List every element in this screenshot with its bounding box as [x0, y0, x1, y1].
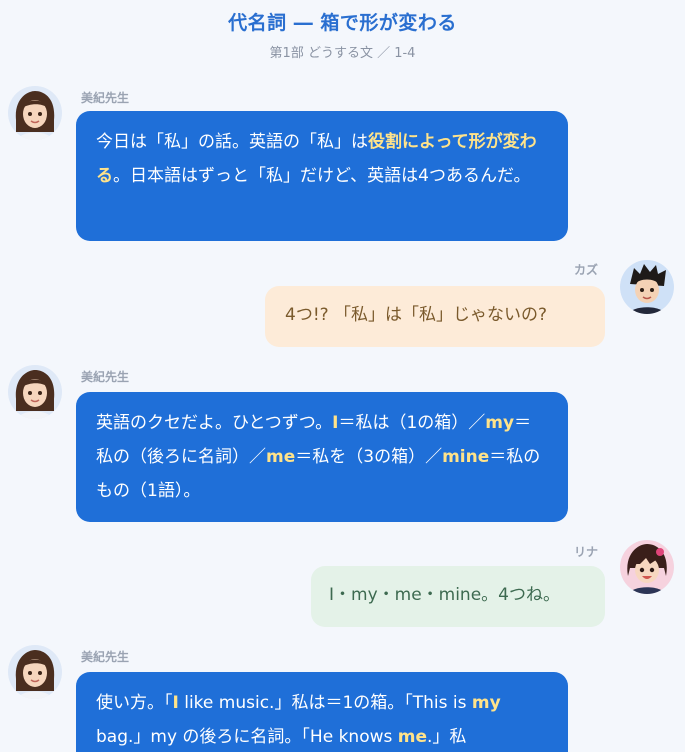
- message-text: ＝私は（1の箱）／: [338, 413, 486, 433]
- message-highlight: me: [266, 447, 296, 467]
- message-text: like music.」私は＝1の箱。「This is: [178, 693, 472, 713]
- message-bubble: 4つ!? 「私」は「私」じゃないの?: [265, 286, 605, 347]
- teacher-avatar: [8, 365, 62, 419]
- message-highlight: my: [485, 413, 515, 433]
- message-text: 使い方。「: [96, 693, 173, 713]
- speaker-name: 美紀先生: [81, 91, 130, 105]
- teacher-avatar: [8, 86, 62, 140]
- message-text: 今日は「私」の話。英語の「私」は: [96, 132, 368, 152]
- message-text: 。日本語はずっと「私」だけど、英語は4つあるんだ。: [113, 166, 531, 186]
- message-bubble: 英語のクセだよ。ひとつずつ。I＝私は（1の箱）／my＝私の（後ろに名詞）／me＝…: [76, 392, 568, 522]
- page-header: 代名詞 ― 箱で形が変わる 第1部 どうする文 ／ 1-4: [0, 0, 685, 61]
- message-bubble: I・my・me・mine。4つね。: [311, 566, 605, 627]
- page-subtitle: 第1部 どうする文 ／ 1-4: [269, 46, 416, 61]
- message-highlight: me: [397, 727, 428, 747]
- page-title: 代名詞 ― 箱で形が変わる: [228, 12, 457, 34]
- message-text: 英語のクセだよ。ひとつずつ。: [96, 413, 333, 433]
- kazu-avatar: [620, 260, 674, 314]
- teacher-avatar: [8, 645, 62, 699]
- speaker-name: 美紀先生: [81, 650, 130, 664]
- message-highlight: mine: [442, 447, 490, 467]
- message-text: ＝私を（3の箱）／: [295, 447, 443, 467]
- speaker-name: カズ: [574, 263, 599, 277]
- message-bubble: 使い方。「I like music.」私は＝1の箱。「This is my ba…: [76, 672, 568, 752]
- message-text: bag.」my の後ろに名詞。「He knows: [96, 727, 398, 747]
- speaker-name: 美紀先生: [81, 370, 130, 384]
- message-text: .」私: [427, 727, 467, 747]
- message-highlight: my: [471, 693, 501, 713]
- message-bubble: 今日は「私」の話。英語の「私」は役割によって形が変わる。日本語はずっと「私」だけ…: [76, 111, 568, 241]
- rina-avatar: [620, 540, 674, 594]
- speaker-name: リナ: [574, 545, 599, 559]
